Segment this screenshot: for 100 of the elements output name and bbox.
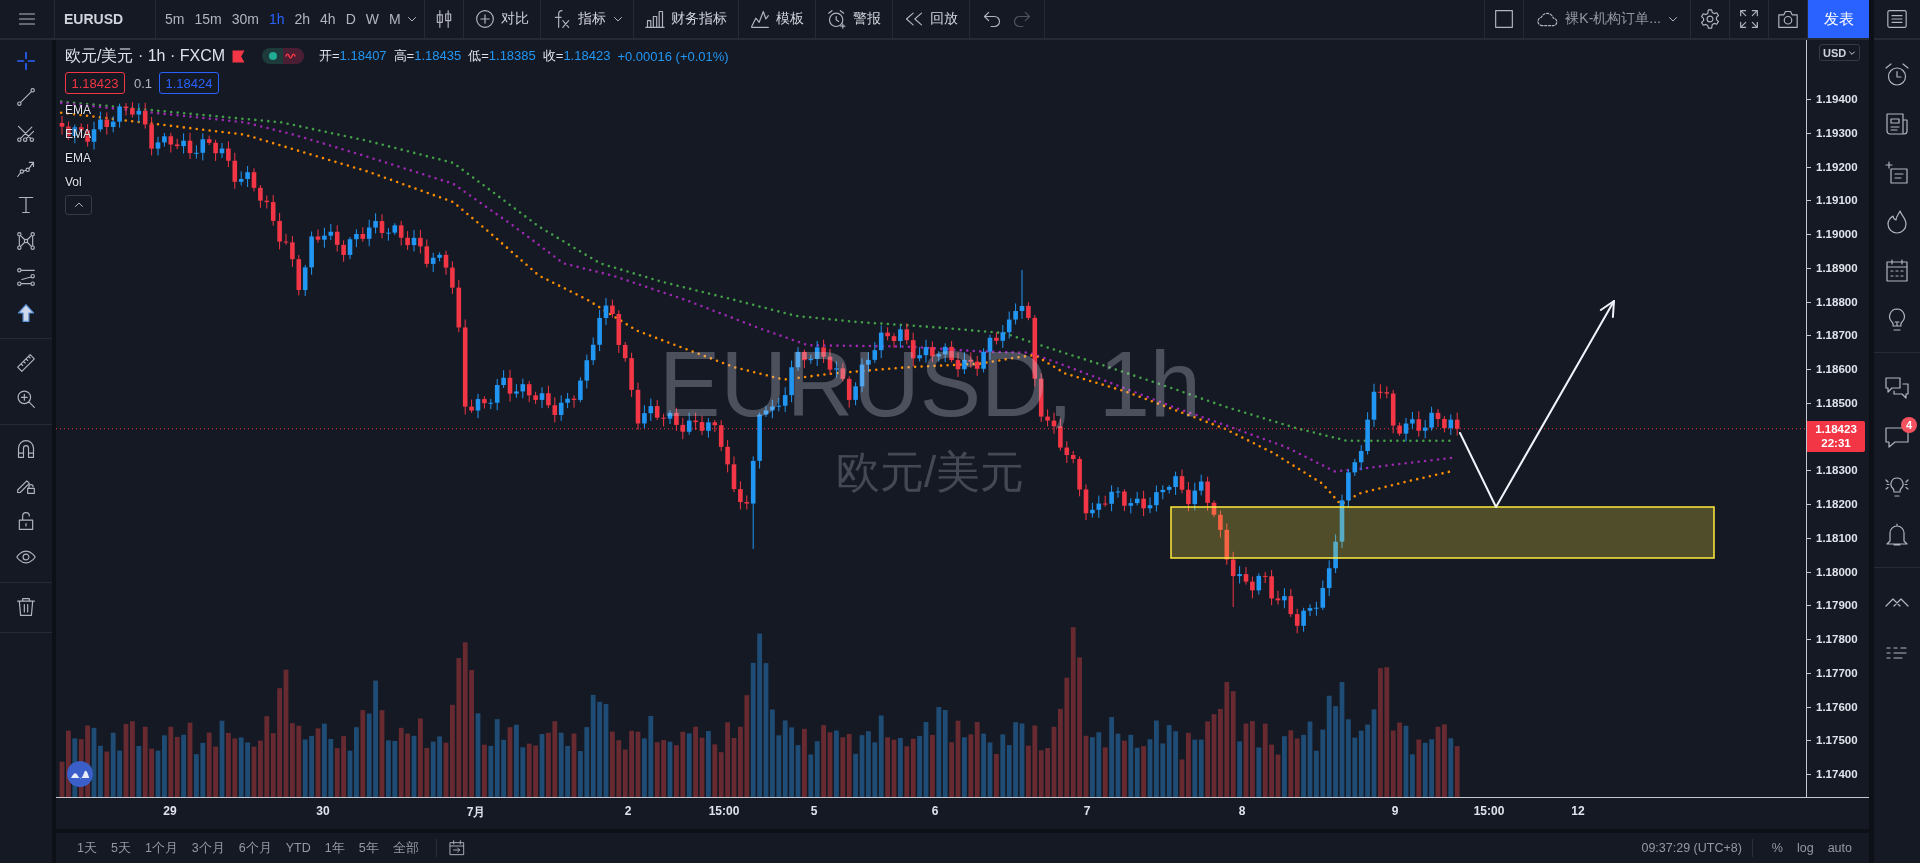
time-label: 29 bbox=[163, 804, 177, 818]
interval-button[interactable]: D bbox=[340, 5, 361, 33]
range-button[interactable]: 1个月 bbox=[137, 836, 185, 860]
price-label: 1.18500 bbox=[1816, 395, 1858, 411]
range-button[interactable]: 6个月 bbox=[231, 836, 279, 860]
price-label: 1.19100 bbox=[1816, 193, 1858, 209]
crosshair-icon[interactable] bbox=[16, 51, 36, 71]
range-button[interactable]: 1年 bbox=[317, 836, 352, 860]
alarm-clock-icon[interactable] bbox=[1885, 62, 1909, 87]
ohlc-value: 低=1.18385 bbox=[468, 47, 536, 65]
scale-button[interactable]: auto bbox=[1820, 836, 1859, 860]
pattern-icon[interactable] bbox=[16, 231, 36, 251]
bar-countdown: 22:31 bbox=[1821, 436, 1851, 451]
unlock-icon[interactable] bbox=[16, 511, 36, 531]
bell-icon[interactable] bbox=[1885, 522, 1909, 547]
range-button[interactable]: YTD bbox=[278, 836, 318, 860]
calendar-icon[interactable] bbox=[1885, 258, 1909, 283]
settings-icon[interactable] bbox=[1700, 9, 1720, 29]
line-levels-icon[interactable] bbox=[16, 267, 36, 287]
range-button[interactable]: 5天 bbox=[103, 836, 138, 860]
indicator-label[interactable]: EMA bbox=[65, 98, 91, 122]
chat-bubbles-icon[interactable] bbox=[1885, 375, 1909, 400]
toolbar-button[interactable]: 财务指标 bbox=[642, 9, 729, 29]
pitchfork-icon[interactable] bbox=[16, 123, 36, 143]
layout-button[interactable]: 裸K-机构订单... bbox=[1533, 9, 1681, 29]
wave-logo-icon[interactable] bbox=[67, 761, 93, 787]
time-label: 7 bbox=[1083, 804, 1091, 818]
scale-button[interactable]: log bbox=[1789, 836, 1821, 860]
square-icon[interactable] bbox=[1494, 9, 1515, 29]
time-label: 7月 bbox=[466, 804, 486, 821]
interval-button[interactable]: 4h bbox=[315, 5, 341, 33]
trend-arrow[interactable] bbox=[1459, 300, 1615, 508]
buy-button[interactable]: 1.18424 bbox=[159, 72, 219, 94]
ohlc-value: 开=1.18407 bbox=[319, 47, 387, 65]
symbol-title: 欧元/美元 · 1h · FXCM bbox=[65, 45, 225, 66]
price-label: 1.17400 bbox=[1816, 767, 1858, 782]
publish-button[interactable]: 发表 bbox=[1808, 0, 1869, 38]
time-label: 6 bbox=[931, 804, 939, 818]
toolbar-button[interactable]: 指标 bbox=[549, 9, 608, 29]
time-label: 30 bbox=[316, 804, 330, 818]
range-button[interactable]: 全部 bbox=[385, 836, 426, 860]
camera-icon[interactable] bbox=[1778, 9, 1798, 29]
price-label: 1.18000 bbox=[1816, 564, 1858, 580]
trend-line-icon[interactable] bbox=[16, 87, 36, 107]
text-icon[interactable] bbox=[16, 195, 36, 215]
interval-button[interactable]: 1h bbox=[263, 5, 290, 33]
interval-button[interactable]: 2h bbox=[289, 5, 316, 33]
price-label: 1.17900 bbox=[1816, 598, 1858, 614]
alarm-clock-icon bbox=[826, 9, 847, 29]
price-label: 1.18800 bbox=[1816, 294, 1858, 310]
zoom-in-icon[interactable] bbox=[16, 389, 36, 409]
range-button[interactable]: 5年 bbox=[351, 836, 386, 860]
interval-button[interactable]: 30m bbox=[226, 5, 264, 33]
price-label: 1.18900 bbox=[1816, 260, 1858, 276]
range-button[interactable]: 3个月 bbox=[184, 836, 232, 860]
scale-button[interactable]: % bbox=[1764, 836, 1790, 860]
arrow-up-icon[interactable] bbox=[16, 303, 36, 323]
time-label: 15:00 bbox=[708, 804, 740, 818]
list-plus-icon[interactable] bbox=[1885, 160, 1909, 185]
time-label: 2 bbox=[624, 804, 632, 818]
fullscreen-icon[interactable] bbox=[1739, 9, 1759, 29]
ruler-icon[interactable] bbox=[16, 353, 36, 373]
magnet-icon[interactable] bbox=[16, 439, 36, 459]
trash-icon[interactable] bbox=[16, 597, 36, 617]
price-label: 1.19200 bbox=[1816, 159, 1858, 175]
indicator-label[interactable]: EMA bbox=[65, 122, 91, 146]
currency-button[interactable]: USD bbox=[1819, 44, 1861, 61]
indicator-label[interactable]: Vol bbox=[65, 170, 82, 194]
newspaper-icon[interactable] bbox=[1885, 111, 1909, 136]
interval-button[interactable]: 15m bbox=[189, 5, 227, 33]
highlight-zone[interactable] bbox=[1170, 506, 1715, 559]
indicator-label[interactable]: EMA bbox=[65, 146, 91, 170]
market-status-toggle[interactable] bbox=[262, 48, 304, 64]
undo-icon[interactable] bbox=[981, 9, 1002, 29]
price-change: +0.00016 (+0.01%) bbox=[617, 48, 729, 64]
toolbar-button[interactable]: 警报 bbox=[824, 9, 883, 29]
toolbar-button[interactable]: 对比 bbox=[472, 9, 531, 29]
symbol-button[interactable]: EURUSD bbox=[64, 11, 124, 27]
price-label: 1.19000 bbox=[1816, 227, 1858, 242]
interval-button[interactable]: M bbox=[384, 5, 406, 33]
range-button[interactable]: 1天 bbox=[70, 836, 104, 860]
line-chart-icon bbox=[749, 9, 770, 29]
sell-button[interactable]: 1.18423 bbox=[65, 72, 125, 94]
price-label: 1.17600 bbox=[1816, 699, 1858, 715]
calendar-arrow-icon[interactable] bbox=[448, 840, 465, 856]
price-label: 1.17700 bbox=[1816, 665, 1858, 681]
flame-icon[interactable] bbox=[1885, 209, 1909, 234]
toolbar-button[interactable]: 回放 bbox=[901, 9, 960, 29]
toolbar-button[interactable]: 模板 bbox=[747, 9, 806, 29]
interval-button[interactable]: W bbox=[360, 5, 384, 33]
list-icon[interactable] bbox=[1887, 9, 1907, 29]
ohlc-value: 收=1.18423 bbox=[542, 47, 611, 65]
clock[interactable]: 09:37:29 (UTC+8) bbox=[1641, 841, 1742, 855]
price-label: 1.17800 bbox=[1816, 632, 1858, 647]
price-label: 1.18300 bbox=[1816, 463, 1858, 479]
rewind-icon bbox=[903, 9, 924, 29]
flag-icon[interactable] bbox=[232, 49, 245, 63]
arrow-line-icon[interactable] bbox=[16, 159, 36, 179]
interval-button[interactable]: 5m bbox=[160, 5, 190, 33]
price-label: 1.18200 bbox=[1816, 497, 1858, 512]
